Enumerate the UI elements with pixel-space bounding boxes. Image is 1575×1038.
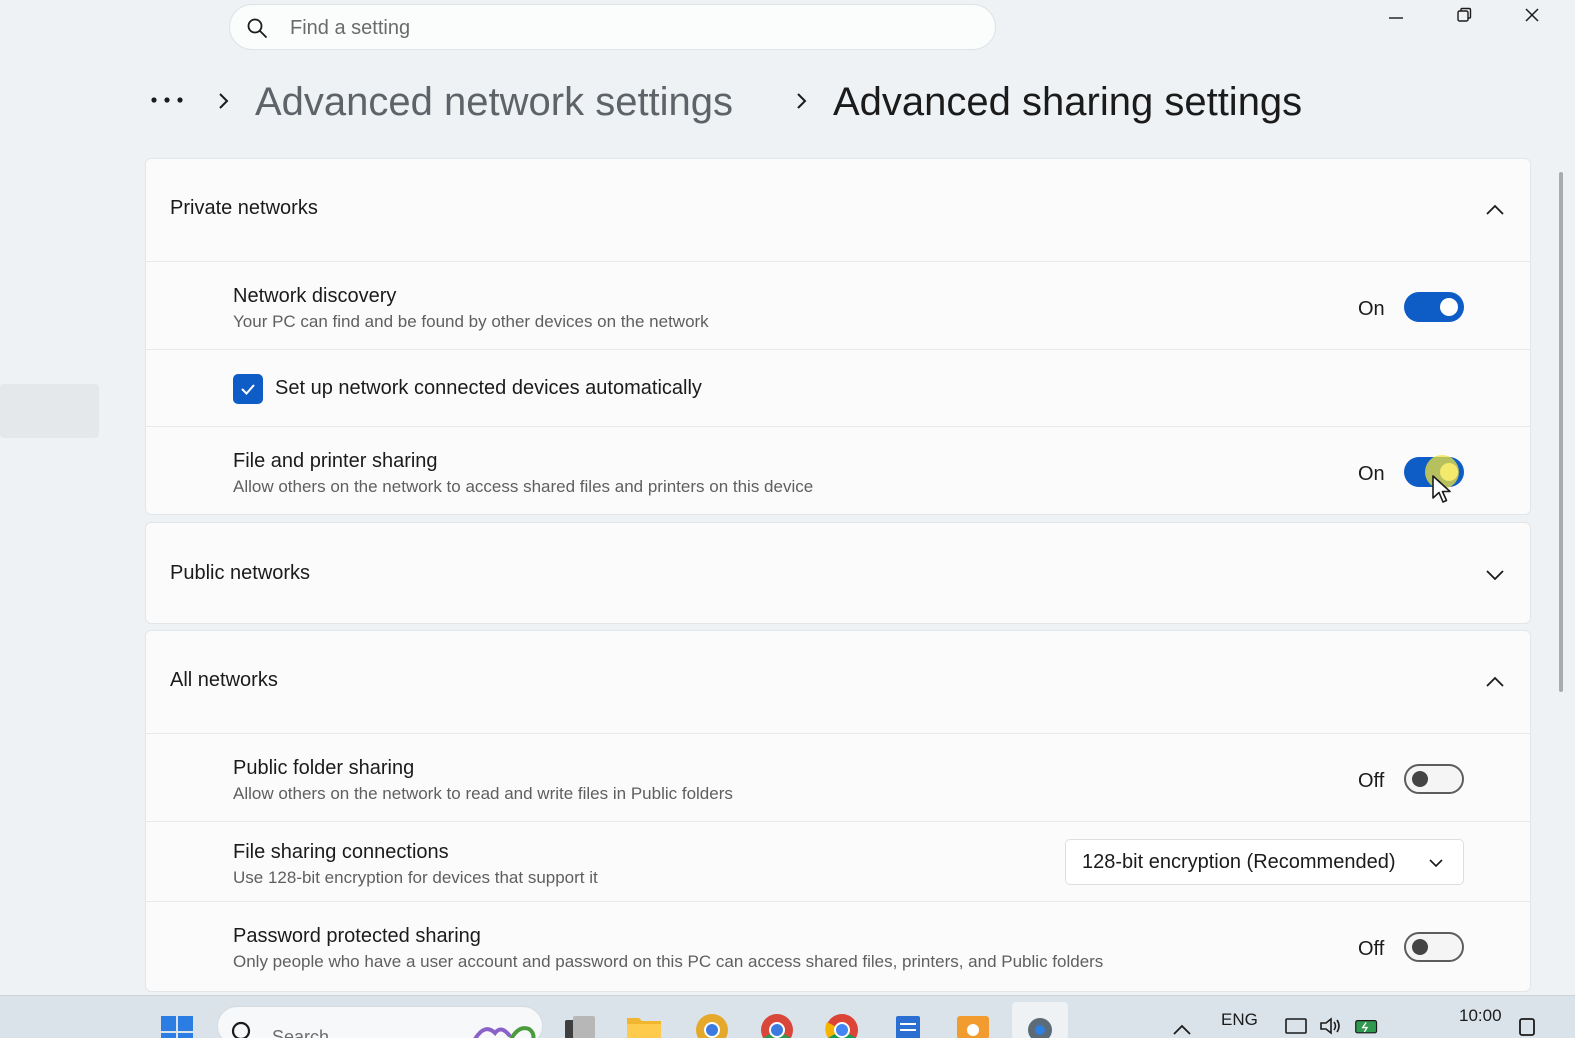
password-protected-sharing-row: Password protected sharing Only people w… xyxy=(146,901,1530,992)
language-indicator[interactable]: ENG xyxy=(1221,1010,1258,1030)
chrome-canary-icon[interactable] xyxy=(692,1008,732,1038)
notification-icon[interactable] xyxy=(1517,1014,1537,1036)
setting-label: Password protected sharing xyxy=(233,925,481,947)
dropdown-selected-value: 128-bit encryption (Recommended) xyxy=(1082,851,1396,873)
chevron-up-icon[interactable] xyxy=(1484,671,1506,693)
setting-label: File sharing connections xyxy=(233,841,449,863)
task-view-icon[interactable] xyxy=(559,1008,599,1038)
setting-description: Use 128-bit encryption for devices that … xyxy=(233,868,598,887)
section-title: Public networks xyxy=(170,562,311,584)
section-title: All networks xyxy=(170,669,278,691)
search-highlight-art-icon xyxy=(473,1026,536,1038)
auto-setup-checkbox[interactable] xyxy=(233,374,263,404)
auto-setup-row: Set up network connected devices automat… xyxy=(146,349,1530,426)
restore-icon xyxy=(1457,7,1472,22)
minimize-icon xyxy=(1389,17,1403,19)
encryption-dropdown[interactable]: 128-bit encryption (Recommended) xyxy=(1065,839,1464,885)
all-networks-section: All networks Public folder sharing Allow… xyxy=(145,630,1531,992)
toggle-state: On xyxy=(1358,298,1385,320)
search-icon xyxy=(247,18,267,38)
more-options-icon[interactable] xyxy=(148,88,188,112)
close-button[interactable] xyxy=(1509,0,1555,30)
vertical-scrollbar[interactable] xyxy=(1559,172,1563,692)
setting-label: Public folder sharing xyxy=(233,757,415,779)
checkbox-label[interactable]: Set up network connected devices automat… xyxy=(275,377,702,400)
chevron-up-icon[interactable] xyxy=(1170,1020,1194,1036)
taskbar-search-label: Search xyxy=(272,1027,330,1038)
network-icon[interactable] xyxy=(1283,1014,1309,1036)
volume-icon[interactable] xyxy=(1318,1014,1344,1036)
clock-time[interactable]: 10:00 xyxy=(1459,1006,1502,1026)
toggle-state: Off xyxy=(1358,770,1385,792)
chrome-icon[interactable] xyxy=(822,1008,862,1038)
setting-description: Your PC can find and be found by other d… xyxy=(233,312,709,331)
minimize-button[interactable] xyxy=(1373,0,1419,30)
all-networks-header[interactable]: All networks xyxy=(146,631,1530,733)
toggle-state: Off xyxy=(1358,938,1385,960)
file-sharing-connections-row: File sharing connections Use 128-bit enc… xyxy=(146,821,1530,901)
search-icon xyxy=(231,1021,251,1038)
taskbar: Search ENG 10:00 xyxy=(0,995,1575,1038)
settings-gear-icon xyxy=(1028,1018,1052,1038)
settings-app-button[interactable] xyxy=(1012,1002,1068,1038)
taskbar-search-box[interactable]: Search xyxy=(217,1006,543,1038)
chevron-up-icon[interactable] xyxy=(1484,199,1506,221)
setting-description: Allow others on the network to read and … xyxy=(233,784,733,803)
file-printer-sharing-row: File and printer sharing Allow others on… xyxy=(146,426,1530,515)
notepad-icon[interactable] xyxy=(888,1008,928,1038)
chevron-down-icon[interactable] xyxy=(1484,564,1506,586)
setting-label: Network discovery xyxy=(233,285,397,307)
setting-description: Only people who have a user account and … xyxy=(233,952,1104,971)
nav-item-highlight[interactable] xyxy=(0,384,99,438)
setting-description: Allow others on the network to access sh… xyxy=(233,477,814,496)
page-title: Advanced sharing settings xyxy=(833,80,1303,124)
snipping-tool-icon[interactable] xyxy=(953,1008,993,1038)
battery-charging-icon[interactable] xyxy=(1354,1014,1380,1036)
mouse-cursor-icon xyxy=(1432,475,1451,503)
checkmark-icon xyxy=(241,384,255,395)
network-discovery-row: Network discovery Your PC can find and b… xyxy=(146,261,1530,349)
password-protected-sharing-toggle[interactable] xyxy=(1404,932,1464,962)
close-icon xyxy=(1525,8,1539,22)
search-input[interactable] xyxy=(290,13,970,43)
setting-label: File and printer sharing xyxy=(233,450,438,472)
section-title: Private networks xyxy=(170,197,318,219)
breadcrumb-parent-link[interactable]: Advanced network settings xyxy=(255,76,733,128)
settings-search-box[interactable] xyxy=(229,4,996,50)
public-networks-header[interactable]: Public networks xyxy=(146,523,1530,625)
chevron-right-icon xyxy=(797,93,807,109)
private-networks-header[interactable]: Private networks xyxy=(146,159,1530,261)
restore-button[interactable] xyxy=(1441,0,1487,30)
network-discovery-toggle[interactable] xyxy=(1404,292,1464,322)
file-explorer-icon[interactable] xyxy=(624,1008,664,1038)
public-folder-sharing-row: Public folder sharing Allow others on th… xyxy=(146,733,1530,821)
private-networks-section: Private networks Network discovery Your … xyxy=(145,158,1531,515)
chrome-profile-icon[interactable] xyxy=(757,1008,797,1038)
windows-start-icon[interactable] xyxy=(159,1010,195,1038)
chevron-right-icon xyxy=(219,93,229,109)
public-folder-sharing-toggle[interactable] xyxy=(1404,764,1464,794)
toggle-state: On xyxy=(1358,463,1385,485)
chevron-down-icon xyxy=(1429,859,1443,868)
public-networks-section: Public networks xyxy=(145,522,1531,624)
